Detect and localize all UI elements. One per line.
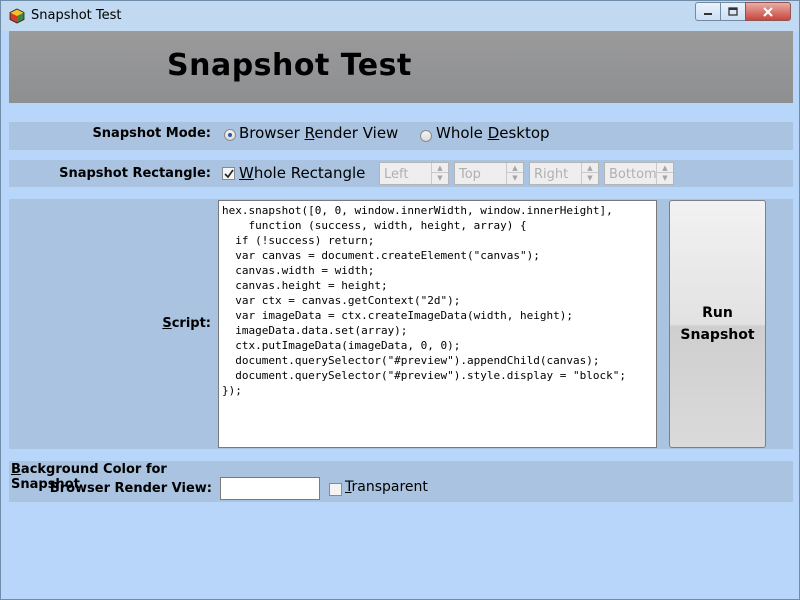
left-spinbox[interactable]: Left ▲ ▼: [379, 162, 449, 185]
transparent-checkbox[interactable]: [329, 483, 342, 496]
spin-up-icon[interactable]: ▲: [507, 163, 523, 173]
whole-rectangle-label[interactable]: Whole Rectangle: [239, 164, 365, 182]
minimize-icon: [704, 12, 712, 15]
bottom-spinbox[interactable]: Bottom ▲ ▼: [604, 162, 674, 185]
snapshot-rectangle-label: Snapshot Rectangle:: [59, 166, 211, 181]
app-cube-icon: [9, 8, 25, 24]
run-snapshot-button[interactable]: Run Snapshot: [669, 200, 766, 448]
run-button-line2: Snapshot: [680, 327, 755, 343]
run-button-line1: Run: [702, 305, 733, 321]
close-button[interactable]: [745, 2, 791, 21]
close-icon: [763, 6, 773, 17]
transparent-label[interactable]: Transparent: [345, 479, 428, 495]
bottom-placeholder: Bottom: [609, 167, 657, 182]
background-color-input[interactable]: [220, 477, 320, 500]
minimize-button[interactable]: [695, 2, 721, 21]
app-window: Snapshot Test Snapshot Test Snapshot Mod…: [0, 0, 800, 600]
snapshot-mode-label: Snapshot Mode:: [92, 126, 211, 141]
spin-up-icon[interactable]: ▲: [582, 163, 598, 173]
top-spinbox[interactable]: Top ▲ ▼: [454, 162, 524, 185]
right-spinbox[interactable]: Right ▲ ▼: [529, 162, 599, 185]
script-editor[interactable]: hex.snapshot([0, 0, window.innerWidth, w…: [218, 200, 657, 448]
spin-up-icon[interactable]: ▲: [657, 163, 673, 173]
radio-browser-render-view[interactable]: [224, 129, 236, 141]
maximize-button[interactable]: [720, 2, 746, 21]
left-placeholder: Left: [384, 167, 409, 182]
option-browser-render-view[interactable]: Browser Render View: [239, 124, 398, 142]
script-code: hex.snapshot([0, 0, window.innerWidth, w…: [222, 204, 626, 397]
checkmark-icon: [223, 169, 234, 178]
top-placeholder: Top: [459, 167, 481, 182]
right-placeholder: Right: [534, 167, 569, 182]
radio-whole-desktop[interactable]: [420, 130, 432, 142]
spin-down-icon[interactable]: ▼: [582, 173, 598, 183]
option-whole-desktop[interactable]: Whole Desktop: [436, 124, 550, 142]
title-bar[interactable]: Snapshot Test: [1, 1, 799, 31]
background-label-line2: Browser Render View:: [49, 481, 212, 496]
spin-up-icon[interactable]: ▲: [432, 163, 448, 173]
spin-down-icon[interactable]: ▼: [657, 173, 673, 183]
header-banner: Snapshot Test: [9, 31, 793, 103]
spin-down-icon[interactable]: ▼: [432, 173, 448, 183]
script-label: Script:: [162, 316, 211, 331]
spin-down-icon[interactable]: ▼: [507, 173, 523, 183]
whole-rectangle-checkbox[interactable]: [222, 167, 235, 180]
page-title: Snapshot Test: [167, 48, 412, 83]
caption-buttons: [695, 2, 791, 21]
maximize-icon: [728, 6, 738, 16]
window-title: Snapshot Test: [31, 8, 122, 23]
